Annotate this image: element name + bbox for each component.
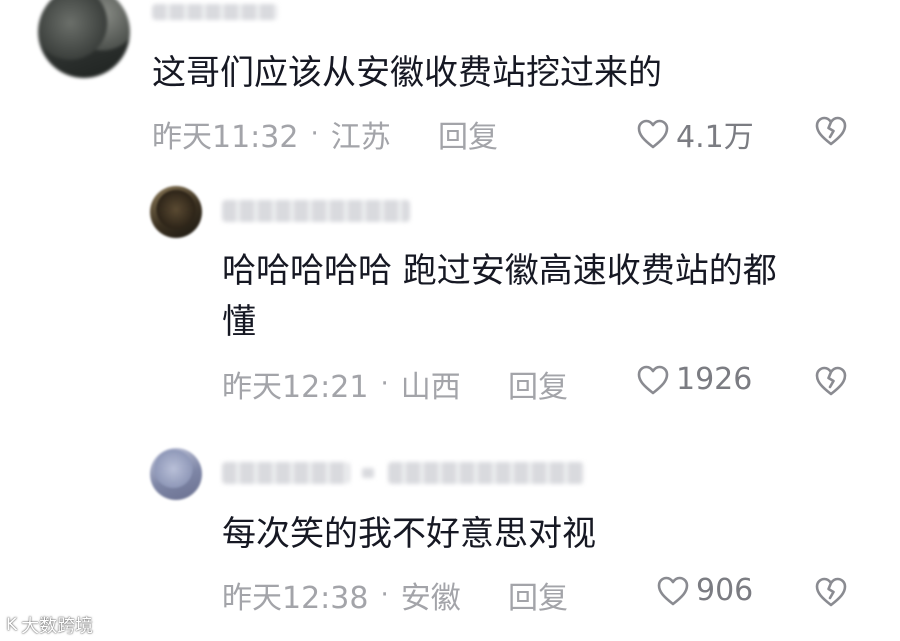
broken-heart-icon — [815, 577, 847, 607]
dislike-button[interactable] — [814, 576, 848, 612]
heart-outline-icon — [657, 576, 689, 605]
reply-target-blurred[interactable] — [388, 462, 584, 484]
like-count: 1926 — [676, 362, 753, 397]
comment-time: 昨天12:38 — [222, 581, 369, 616]
comment-text: 哈哈哈哈哈 跑过安徽高速收费站的都 — [222, 251, 777, 291]
separator: · — [310, 119, 319, 149]
comment-location: 安徽 — [400, 581, 461, 616]
broken-heart-icon — [815, 116, 847, 146]
avatar[interactable] — [150, 186, 202, 238]
dislike-button[interactable] — [814, 365, 848, 401]
like-button[interactable]: 906 — [656, 573, 753, 608]
comment-location: 山西 — [400, 370, 461, 405]
like-count: 906 — [696, 573, 754, 608]
watermark: K 大数跨境 — [6, 612, 93, 638]
comment-meta: 昨天12:38 · 安徽 — [222, 573, 461, 617]
reply-button[interactable]: 回复 — [508, 573, 568, 617]
username-blurred[interactable] — [152, 4, 278, 20]
watermark-logo-icon: K — [6, 615, 18, 635]
like-button[interactable]: 4.1万 — [636, 112, 754, 156]
comment-text: 每次笑的我不好意思对视 — [222, 514, 596, 554]
comment-meta: 昨天11:32 · 江苏 — [152, 112, 391, 156]
dislike-button[interactable] — [814, 115, 848, 151]
like-count: 4.1万 — [676, 120, 754, 155]
heart-outline-icon — [637, 365, 669, 394]
comment-text-continued: 懂 — [222, 302, 256, 342]
comment-text: 这哥们应该从安徽收费站挖过来的 — [152, 53, 662, 93]
like-button[interactable]: 1926 — [636, 362, 752, 397]
username-blurred[interactable] — [222, 200, 410, 222]
avatar[interactable] — [150, 448, 202, 500]
watermark-text: 大数跨境 — [21, 616, 94, 637]
reply-button[interactable]: 回复 — [508, 362, 568, 406]
heart-outline-icon — [637, 119, 669, 149]
comment-time: 昨天11:32 — [152, 120, 299, 155]
comment-location: 江苏 — [330, 120, 391, 155]
comment-meta: 昨天12:21 · 山西 — [222, 362, 461, 406]
reply-button[interactable]: 回复 — [438, 112, 498, 156]
username-blurred[interactable] — [222, 462, 350, 484]
avatar[interactable] — [38, 0, 130, 78]
reply-arrow-blurred — [362, 468, 374, 478]
broken-heart-icon — [815, 366, 847, 396]
comment-time: 昨天12:21 — [222, 370, 369, 405]
separator: · — [380, 369, 389, 399]
separator: · — [380, 580, 389, 610]
